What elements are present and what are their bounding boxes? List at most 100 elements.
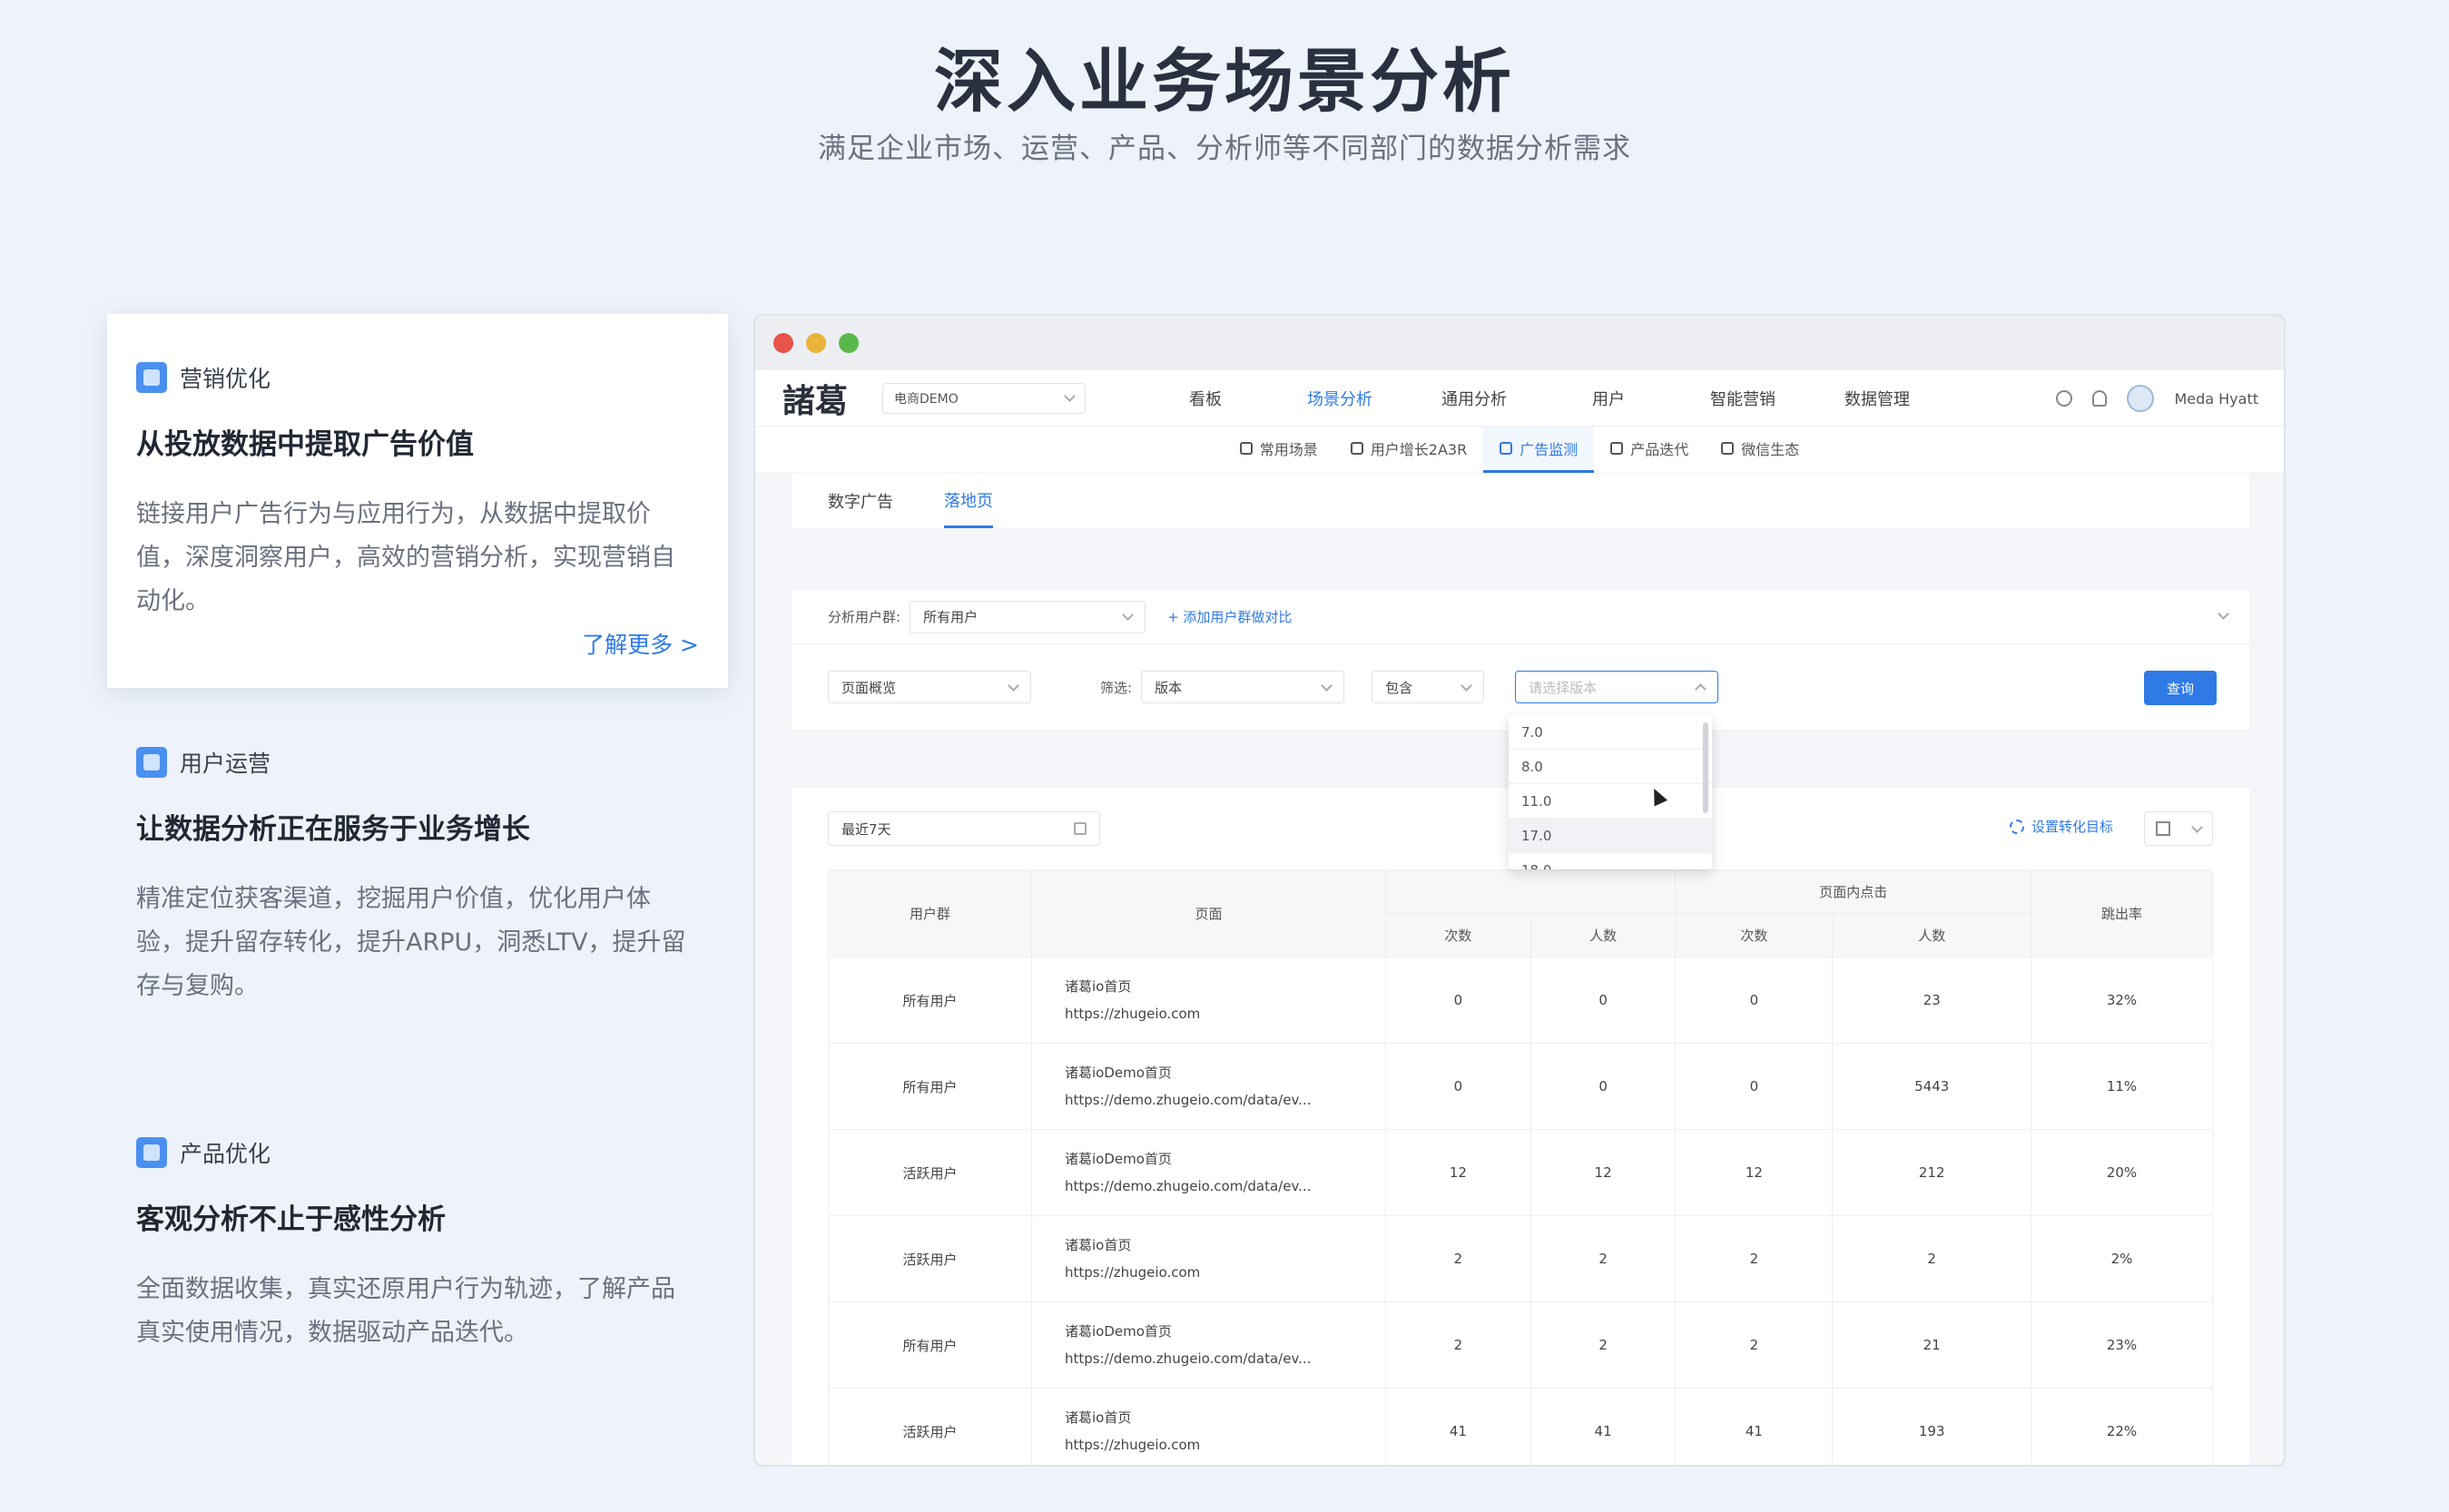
project-select[interactable]: 电商DEMO bbox=[882, 382, 1086, 414]
page-url[interactable]: https://zhugeio.com bbox=[1065, 1431, 1385, 1458]
col-header-click-count: 次数 bbox=[1675, 913, 1834, 957]
app-logo[interactable]: 諸葛 bbox=[782, 375, 882, 422]
tab-landing-page[interactable]: 落地页 bbox=[944, 474, 993, 528]
cell-value: 2 bbox=[1385, 1301, 1531, 1389]
nav-item-marketing[interactable]: 智能营销 bbox=[1676, 387, 1810, 410]
card-tag-label: 营销优化 bbox=[180, 366, 271, 392]
date-range-value: 最近7天 bbox=[841, 820, 891, 838]
subnav-item-wechat[interactable]: 微信生态 bbox=[1705, 427, 1815, 473]
close-window-button[interactable] bbox=[773, 333, 793, 353]
col-header-click-users: 人数 bbox=[1832, 913, 2031, 957]
cell-bounce: 20% bbox=[2031, 1129, 2213, 1216]
version-option[interactable]: 7.0 bbox=[1509, 715, 1712, 750]
nav-item-general-analysis[interactable]: 通用分析 bbox=[1407, 387, 1541, 410]
set-goal-label: 设置转化目标 bbox=[2031, 819, 2113, 835]
nav-item-dashboard[interactable]: 看板 bbox=[1138, 387, 1273, 410]
subnav-item-common[interactable]: 常用场景 bbox=[1224, 427, 1334, 473]
feature-card-marketing[interactable]: 营销优化 从投放数据中提取广告价值 链接用户广告行为与应用行为，从数据中提取价值… bbox=[107, 314, 728, 688]
subnav-label: 用户增长2A3R bbox=[1370, 441, 1468, 458]
cell-value: 0 bbox=[1675, 957, 1834, 1044]
feature-card-product[interactable]: 产品优化 客观分析不止于感性分析 全面数据收集，真实还原用户行为轨迹，了解产品真… bbox=[107, 1136, 728, 1355]
page-name: 诸葛io首页 bbox=[1065, 1409, 1132, 1426]
card-tag-label: 用户运营 bbox=[180, 751, 271, 777]
filter-property-value: 版本 bbox=[1155, 679, 1183, 696]
user-group-select[interactable]: 所有用户 bbox=[910, 600, 1146, 633]
cell-bounce: 23% bbox=[2031, 1301, 2213, 1389]
page-url[interactable]: https://demo.zhugeio.com/data/ev... bbox=[1065, 1173, 1385, 1200]
page-url[interactable]: https://zhugeio.com bbox=[1065, 1000, 1385, 1027]
minimize-window-button[interactable] bbox=[806, 333, 826, 353]
bell-icon[interactable] bbox=[2092, 390, 2108, 407]
cell-group: 活跃用户 bbox=[828, 1129, 1032, 1216]
version-option[interactable]: 11.0 bbox=[1509, 784, 1712, 819]
feature-card-operations[interactable]: 用户运营 让数据分析正在服务于业务增长 精准定位获客渠道，挖掘用户价值，优化用户… bbox=[107, 746, 728, 1008]
add-compare-link[interactable]: + 添加用户群做对比 bbox=[1167, 607, 1292, 626]
table-row[interactable]: 所有用户 诸葛ioDemo首页 https://demo.zhugeio.com/… bbox=[828, 1301, 2213, 1389]
subnav-label: 常用场景 bbox=[1259, 441, 1318, 458]
dropdown-scrollbar[interactable] bbox=[1703, 722, 1708, 813]
chevron-down-icon bbox=[1008, 679, 1019, 692]
subnav-item-growth[interactable]: 用户增长2A3R bbox=[1334, 427, 1483, 473]
cell-value: 41 bbox=[1675, 1388, 1834, 1465]
chevron-down-icon bbox=[2190, 820, 2203, 833]
page-url[interactable]: https://demo.zhugeio.com/data/ev... bbox=[1065, 1086, 1385, 1114]
filter-property-select[interactable]: 版本 bbox=[1141, 671, 1345, 703]
chevron-down-icon bbox=[1064, 390, 1076, 402]
version-option[interactable]: 8.0 bbox=[1509, 750, 1712, 784]
user-name[interactable]: Meda Hyatt bbox=[2174, 390, 2258, 407]
version-option[interactable]: 17.0 bbox=[1509, 819, 1712, 853]
table-row[interactable]: 活跃用户 诸葛ioDemo首页 https://demo.zhugeio.com/… bbox=[828, 1129, 2213, 1216]
version-select[interactable]: 请选择版本 bbox=[1515, 671, 1719, 703]
card-description: 全面数据收集，真实还原用户行为轨迹，了解产品真实使用情况，数据驱动产品迭代。 bbox=[136, 1275, 675, 1347]
view-toggle-button[interactable] bbox=[2144, 811, 2213, 846]
col-header-page: 页面 bbox=[1031, 869, 1386, 957]
subnav-item-product-iteration[interactable]: 产品迭代 bbox=[1594, 427, 1705, 473]
table-row[interactable]: 活跃用户 诸葛io首页 https://zhugeio.com 41 41 41 … bbox=[828, 1388, 2213, 1465]
card-title: 从投放数据中提取广告价值 bbox=[136, 428, 474, 461]
nav-item-data-management[interactable]: 数据管理 bbox=[1810, 387, 1944, 410]
set-goal-link[interactable]: 设置转化目标 bbox=[2009, 817, 2113, 836]
subnav-item-ad-monitor[interactable]: 广告监测 bbox=[1483, 427, 1595, 473]
card-tag: 产品优化 bbox=[136, 1136, 699, 1169]
nav-item-scenario[interactable]: 场景分析 bbox=[1273, 387, 1407, 410]
date-range-picker[interactable]: 最近7天 bbox=[828, 811, 1100, 846]
chart-icon bbox=[136, 362, 167, 393]
cell-value: 193 bbox=[1832, 1388, 2031, 1465]
tab-digital-ads[interactable]: 数字广告 bbox=[828, 474, 893, 528]
avatar[interactable] bbox=[2127, 385, 2155, 412]
cell-value: 2 bbox=[1675, 1215, 1834, 1302]
maximize-window-button[interactable] bbox=[839, 333, 859, 353]
cell-bounce: 11% bbox=[2031, 1043, 2213, 1130]
learn-more-link[interactable]: 了解更多 > bbox=[136, 627, 699, 660]
table-row[interactable]: 所有用户 诸葛ioDemo首页 https://demo.zhugeio.com/… bbox=[828, 1043, 2213, 1130]
page-url[interactable]: https://zhugeio.com bbox=[1065, 1259, 1385, 1286]
table-row[interactable]: 所有用户 诸葛io首页 https://zhugeio.com 0 0 0 23 … bbox=[828, 957, 2213, 1044]
cell-page: 诸葛ioDemo首页 https://demo.zhugeio.com/data/… bbox=[1031, 1301, 1386, 1389]
cell-group: 活跃用户 bbox=[828, 1388, 1032, 1465]
subnav-label: 产品迭代 bbox=[1630, 441, 1689, 458]
nav-item-users[interactable]: 用户 bbox=[1541, 387, 1676, 410]
chevron-down-icon bbox=[1321, 679, 1333, 692]
page-name: 诸葛ioDemo首页 bbox=[1065, 1065, 1172, 1081]
filter-operator-select[interactable]: 包含 bbox=[1372, 671, 1485, 703]
chevron-up-icon bbox=[1695, 682, 1706, 695]
version-dropdown: 7.0 8.0 11.0 17.0 18.0 bbox=[1509, 715, 1712, 869]
cell-group: 所有用户 bbox=[828, 1301, 1032, 1389]
overview-select[interactable]: 页面概览 bbox=[828, 671, 1031, 703]
cell-value: 2 bbox=[1385, 1215, 1531, 1302]
query-button[interactable]: 查询 bbox=[2144, 671, 2217, 705]
col-header-group: 用户群 bbox=[828, 869, 1032, 957]
cell-page: 诸葛io首页 https://zhugeio.com bbox=[1031, 1388, 1386, 1465]
collapse-chevron-icon[interactable] bbox=[2218, 608, 2229, 620]
monitor-icon bbox=[1500, 442, 1513, 455]
chevron-down-icon bbox=[1122, 609, 1134, 621]
version-option[interactable]: 18.0 bbox=[1509, 853, 1712, 870]
project-select-value: 电商DEMO bbox=[894, 391, 959, 407]
page-url[interactable]: https://demo.zhugeio.com/data/ev... bbox=[1065, 1345, 1385, 1372]
help-icon[interactable] bbox=[2056, 390, 2073, 407]
page-name: 诸葛io首页 bbox=[1065, 1237, 1132, 1253]
table-row[interactable]: 活跃用户 诸葛io首页 https://zhugeio.com 2 2 2 2 2… bbox=[828, 1215, 2213, 1302]
cell-bounce: 22% bbox=[2031, 1388, 2213, 1465]
subnav-label: 广告监测 bbox=[1520, 441, 1579, 458]
version-placeholder: 请选择版本 bbox=[1529, 679, 1598, 696]
